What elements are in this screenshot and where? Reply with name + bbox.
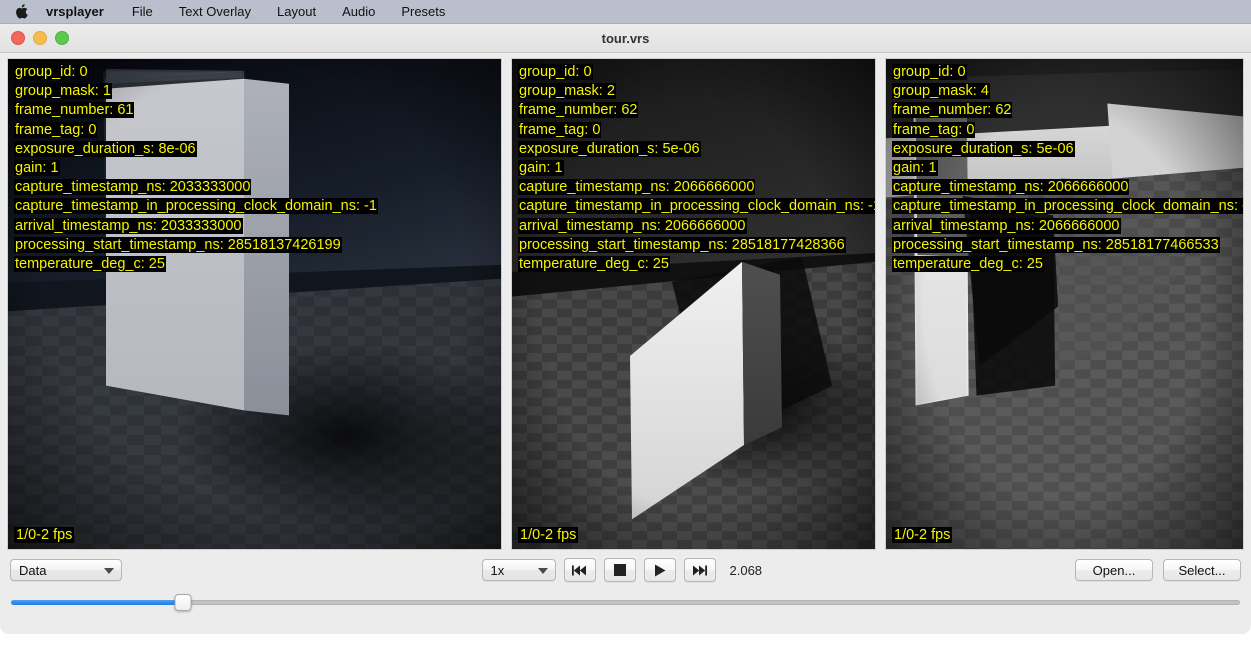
menu-item-vrsplayer[interactable]: vrsplayer [46, 5, 104, 18]
rewind-button[interactable] [563, 558, 596, 582]
maximize-window-button[interactable] [55, 31, 69, 45]
data-layer-select[interactable]: Data [10, 559, 122, 581]
stream-panel-1[interactable]: group_id: 0 group_mask: 1 frame_number: … [7, 58, 502, 550]
stream-panel-3[interactable]: group_id: 0 group_mask: 4 frame_number: … [885, 58, 1244, 550]
menu-item-layout[interactable]: Layout [277, 5, 316, 18]
desktop-background [0, 634, 1251, 658]
forward-button[interactable] [683, 558, 716, 582]
seek-slider[interactable] [11, 593, 1240, 611]
stream-panel-container: group_id: 0 group_mask: 1 frame_number: … [0, 53, 1251, 550]
data-layer-select-value: Data [19, 562, 47, 578]
seek-bar-row [0, 590, 1251, 614]
menu-item-text-overlay[interactable]: Text Overlay [179, 5, 251, 18]
stream-panel-2[interactable]: group_id: 0 group_mask: 2 frame_number: … [511, 58, 876, 550]
playback-time-value: 2.068 [729, 562, 763, 578]
menu-item-presets[interactable]: Presets [401, 5, 445, 18]
menu-item-audio[interactable]: Audio [342, 5, 375, 18]
chevron-down-icon [537, 568, 548, 574]
playback-speed-value: 1x [490, 562, 505, 578]
select-button[interactable]: Select... [1163, 559, 1241, 581]
seek-handle[interactable] [174, 593, 192, 611]
play-button[interactable] [643, 558, 676, 582]
apple-logo-icon[interactable] [14, 4, 28, 20]
stop-button[interactable] [603, 558, 636, 582]
camera-image-2 [512, 59, 875, 549]
stop-square-icon [613, 564, 626, 576]
skip-backward-icon [572, 565, 586, 575]
open-button[interactable]: Open... [1075, 559, 1153, 581]
seek-track[interactable] [11, 599, 1240, 605]
skip-forward-icon [693, 565, 707, 575]
chevron-down-icon [104, 568, 114, 574]
camera-image-3 [886, 59, 1243, 549]
playback-speed-select[interactable]: 1x [481, 559, 556, 581]
minimize-window-button[interactable] [33, 31, 47, 45]
macos-menu-bar: vrsplayer File Text Overlay Layout Audio… [0, 0, 1251, 24]
traffic-light-group [0, 31, 69, 45]
vrsplayer-window: tour.vrs group_id: 0 group_mask: 1 frame… [0, 24, 1251, 634]
window-title: tour.vrs [601, 30, 650, 46]
playback-toolbar: Data 1x 2.068 Open... Select... [0, 550, 1251, 590]
play-triangle-icon [654, 564, 665, 576]
menu-item-file[interactable]: File [132, 5, 153, 18]
camera-image-1 [8, 59, 501, 549]
close-window-button[interactable] [11, 31, 25, 45]
window-title-bar[interactable]: tour.vrs [0, 24, 1251, 53]
seek-progress-fill [11, 599, 184, 605]
